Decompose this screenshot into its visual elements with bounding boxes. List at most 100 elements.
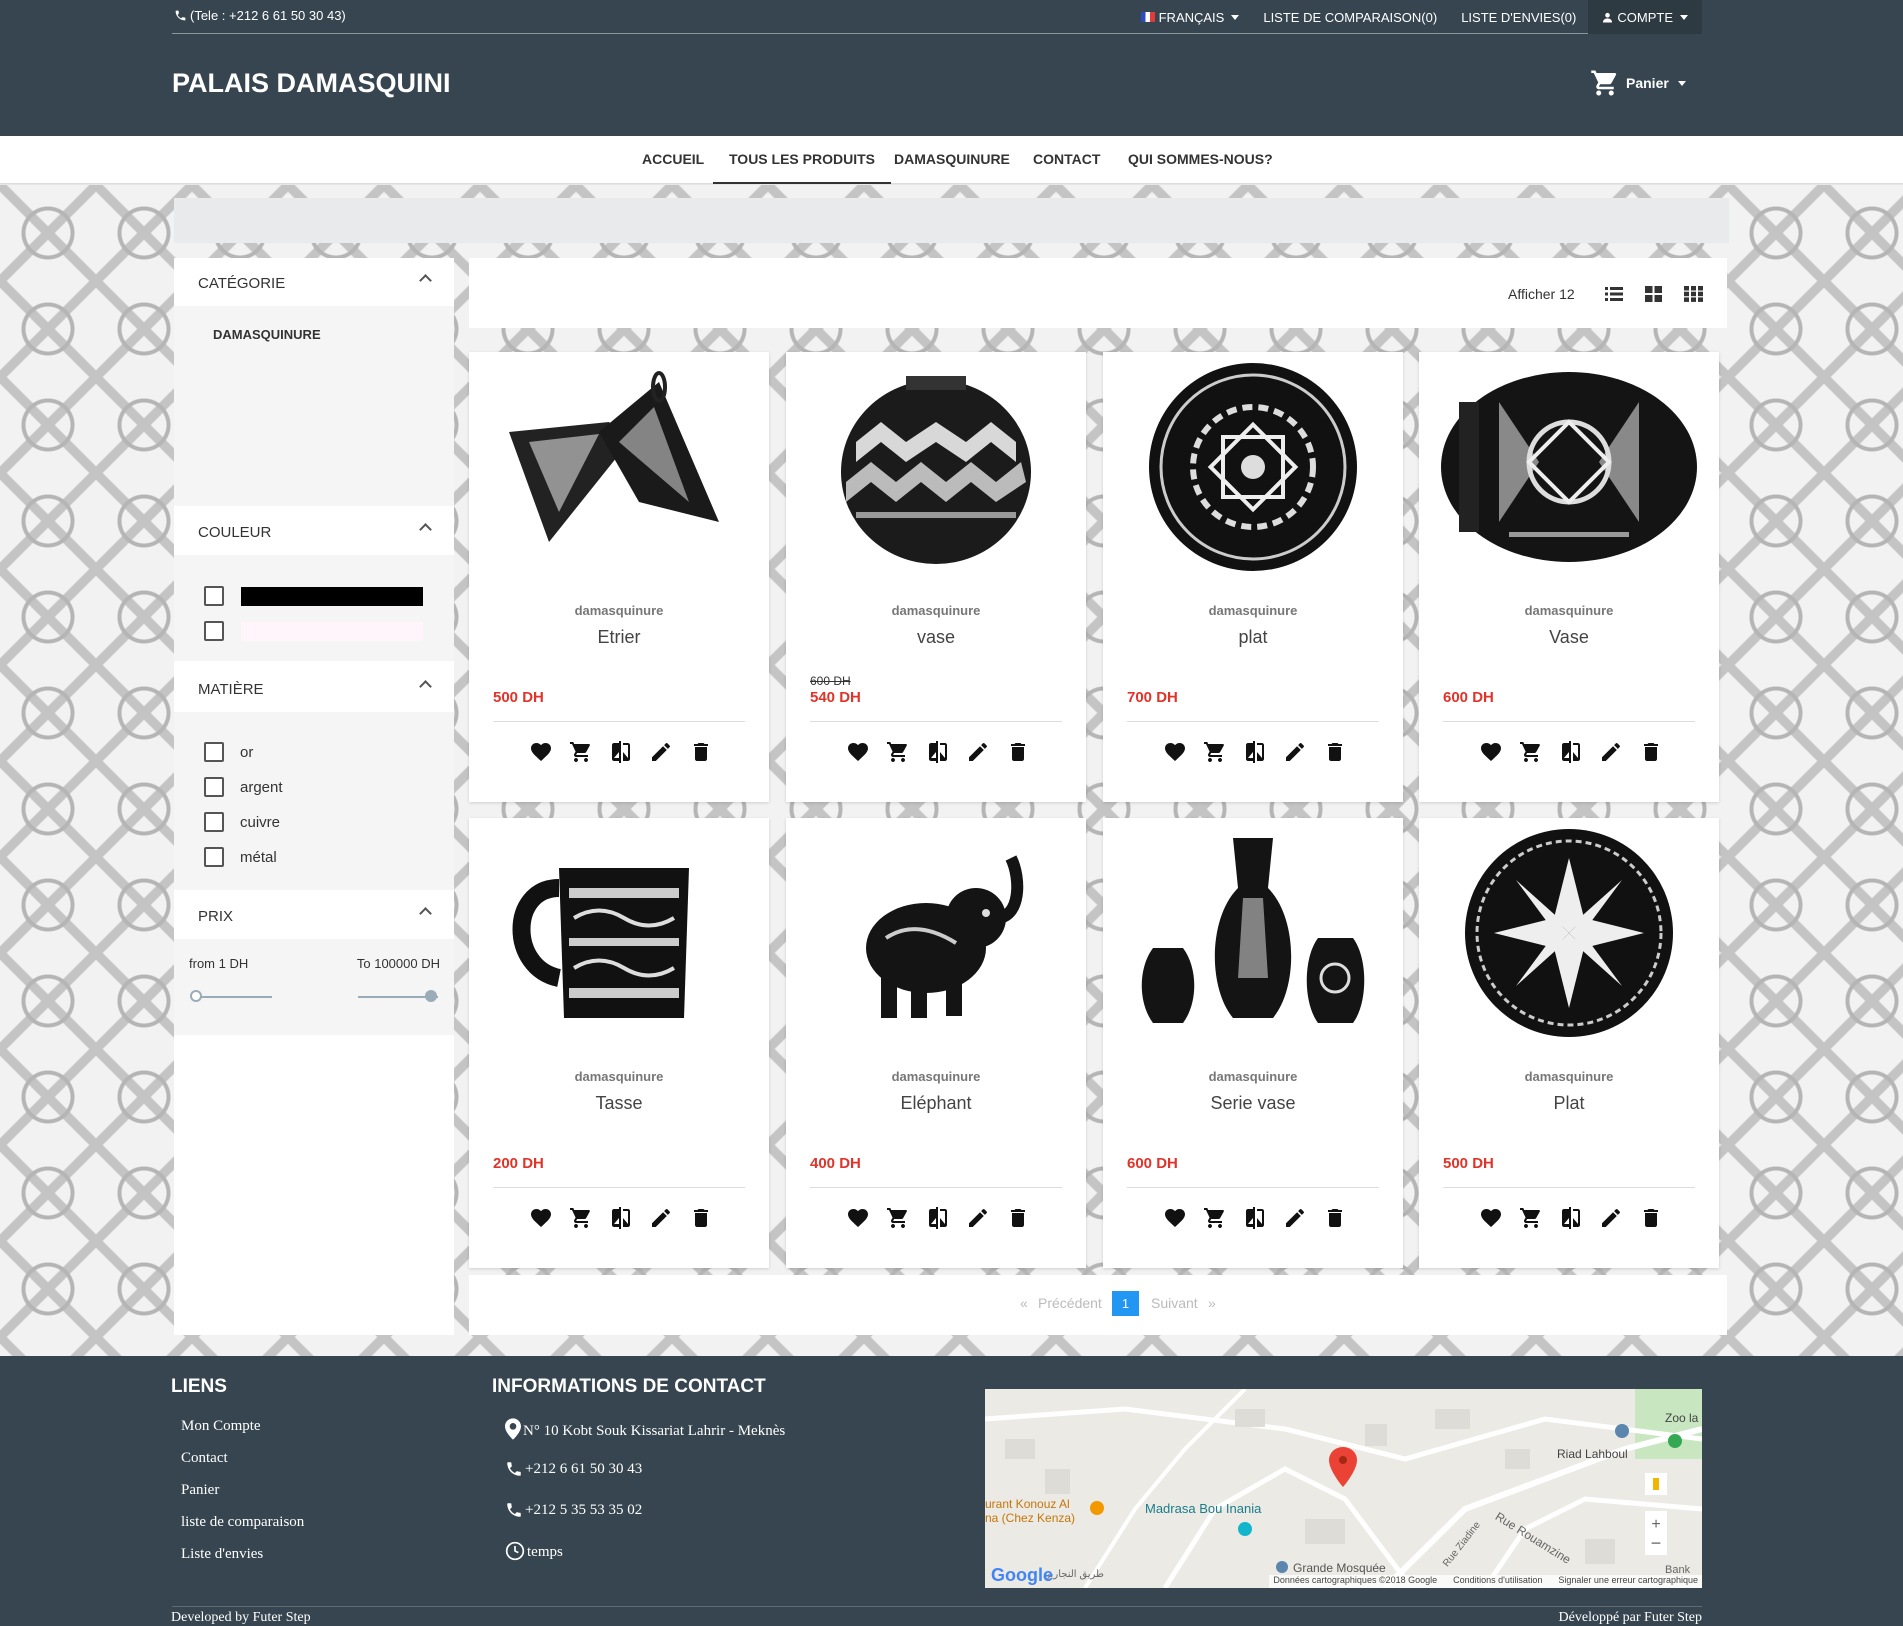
trash-icon[interactable] <box>689 1206 713 1230</box>
edit-icon[interactable] <box>649 1206 673 1230</box>
price-max-handle[interactable] <box>425 990 437 1002</box>
material-checkbox-argent[interactable] <box>204 777 224 797</box>
product-name[interactable]: Plat <box>1419 1093 1719 1114</box>
edit-icon[interactable] <box>966 740 990 764</box>
footer-link-cart[interactable]: Panier <box>181 1482 219 1499</box>
price-min-handle[interactable] <box>190 990 202 1002</box>
cart-icon[interactable] <box>886 740 910 764</box>
trash-icon[interactable] <box>1323 740 1347 764</box>
grid-view-icon[interactable] <box>1645 286 1662 302</box>
edit-icon[interactable] <box>1599 740 1623 764</box>
footer-link-contact[interactable]: Contact <box>181 1450 228 1467</box>
product-name[interactable]: Etrier <box>469 627 769 648</box>
product-name[interactable]: Eléphant <box>786 1093 1086 1114</box>
trash-icon[interactable] <box>1639 1206 1663 1230</box>
trash-icon[interactable] <box>1006 1206 1030 1230</box>
product-category[interactable]: damasquinure <box>1419 1069 1719 1084</box>
product-category[interactable]: damasquinure <box>1103 603 1403 618</box>
product-name[interactable]: Vase <box>1419 627 1719 648</box>
cart-icon[interactable] <box>569 740 593 764</box>
footer-link-wishlist[interactable]: Liste d'envies <box>181 1546 263 1563</box>
product-name[interactable]: plat <box>1103 627 1403 648</box>
compare-icon[interactable] <box>1243 1206 1267 1230</box>
cart-dropdown[interactable]: Panier <box>1590 68 1686 98</box>
compare-icon[interactable] <box>1243 740 1267 764</box>
heart-icon[interactable] <box>1479 1206 1503 1230</box>
material-checkbox-metal[interactable] <box>204 847 224 867</box>
product-category[interactable]: damasquinure <box>469 603 769 618</box>
cart-icon[interactable] <box>886 1206 910 1230</box>
map-terms-link[interactable]: Conditions d'utilisation <box>1453 1575 1542 1588</box>
cart-icon[interactable] <box>1203 740 1227 764</box>
trash-icon[interactable] <box>1323 1206 1347 1230</box>
compare-icon[interactable] <box>1559 1206 1583 1230</box>
map-report-link[interactable]: Signaler une erreur cartographique <box>1558 1575 1698 1588</box>
product-image[interactable] <box>806 362 1066 572</box>
page-1-button[interactable]: 1 <box>1112 1291 1139 1316</box>
trash-icon[interactable] <box>1639 740 1663 764</box>
prev-arrow[interactable]: « <box>1020 1295 1028 1311</box>
edit-icon[interactable] <box>1599 1206 1623 1230</box>
product-card[interactable]: damasquinure Eléphant 400 DH <box>786 818 1086 1268</box>
cart-icon[interactable] <box>1519 740 1543 764</box>
heart-icon[interactable] <box>1479 740 1503 764</box>
footer-link-comparison[interactable]: liste de comparaison <box>181 1514 304 1531</box>
footer-link-account[interactable]: Mon Compte <box>181 1418 261 1435</box>
price-filter-header[interactable]: PRIX <box>174 891 454 939</box>
product-category[interactable]: damasquinure <box>1419 603 1719 618</box>
compare-icon[interactable] <box>1559 740 1583 764</box>
site-logo[interactable]: PALAIS DAMASQUINI <box>172 68 451 99</box>
nav-qui-sommes-nous[interactable]: QUI SOMMES-NOUS? <box>1128 136 1273 184</box>
product-card[interactable]: damasquinure Etrier 500 DH <box>469 352 769 802</box>
material-checkbox-cuivre[interactable] <box>204 812 224 832</box>
product-image[interactable] <box>1439 362 1699 572</box>
product-name[interactable]: Tasse <box>469 1093 769 1114</box>
heart-icon[interactable] <box>846 740 870 764</box>
next-link[interactable]: Suivant <box>1151 1295 1198 1311</box>
heart-icon[interactable] <box>529 1206 553 1230</box>
account-dropdown[interactable]: COMPTE <box>1588 0 1702 34</box>
edit-icon[interactable] <box>1283 740 1307 764</box>
next-arrow[interactable]: » <box>1208 1295 1216 1311</box>
nav-damasquinure[interactable]: DAMASQUINURE <box>894 136 1010 184</box>
product-image[interactable] <box>489 362 749 572</box>
product-image[interactable] <box>1123 828 1383 1038</box>
location-map[interactable]: + − Zoo la Riad Lahboul urant Konouz Al … <box>985 1389 1702 1588</box>
prev-link[interactable]: Précédent <box>1038 1295 1102 1311</box>
cart-icon[interactable] <box>1519 1206 1543 1230</box>
compact-grid-view-icon[interactable] <box>1684 286 1703 302</box>
wishlist-link[interactable]: LISTE D'ENVIES(0) <box>1449 0 1588 34</box>
category-filter-header[interactable]: CATÉGORIE <box>174 258 454 306</box>
compare-icon[interactable] <box>609 740 633 764</box>
material-filter-header[interactable]: MATIÈRE <box>174 664 454 712</box>
product-category[interactable]: damasquinure <box>786 1069 1086 1084</box>
cart-icon[interactable] <box>1203 1206 1227 1230</box>
heart-icon[interactable] <box>846 1206 870 1230</box>
color-checkbox-black[interactable] <box>204 586 224 606</box>
nav-tous-les-produits[interactable]: TOUS LES PRODUITS <box>713 136 891 184</box>
color-checkbox-pink[interactable] <box>204 621 224 641</box>
color-filter-header[interactable]: COULEUR <box>174 507 454 555</box>
product-name[interactable]: vase <box>786 627 1086 648</box>
heart-icon[interactable] <box>529 740 553 764</box>
product-category[interactable]: damasquinure <box>1103 1069 1403 1084</box>
compare-icon[interactable] <box>609 1206 633 1230</box>
compare-icon[interactable] <box>926 1206 950 1230</box>
language-dropdown[interactable]: FRANÇAIS <box>1129 0 1252 34</box>
show-count-label[interactable]: Afficher 12 <box>1508 286 1575 302</box>
list-view-icon[interactable] <box>1605 286 1623 302</box>
comparison-link[interactable]: LISTE DE COMPARAISON(0) <box>1251 0 1449 34</box>
edit-icon[interactable] <box>1283 1206 1307 1230</box>
cart-icon[interactable] <box>569 1206 593 1230</box>
product-image[interactable] <box>806 828 1066 1038</box>
product-image[interactable] <box>1123 362 1383 572</box>
product-image[interactable] <box>1439 828 1699 1038</box>
product-card[interactable]: damasquinure Vase 600 DH <box>1419 352 1719 802</box>
heart-icon[interactable] <box>1163 740 1187 764</box>
category-option-damasquinure[interactable]: DAMASQUINURE <box>213 327 321 342</box>
trash-icon[interactable] <box>1006 740 1030 764</box>
product-card[interactable]: damasquinure Serie vase 600 DH <box>1103 818 1403 1268</box>
heart-icon[interactable] <box>1163 1206 1187 1230</box>
trash-icon[interactable] <box>689 740 713 764</box>
product-image[interactable] <box>489 828 749 1038</box>
